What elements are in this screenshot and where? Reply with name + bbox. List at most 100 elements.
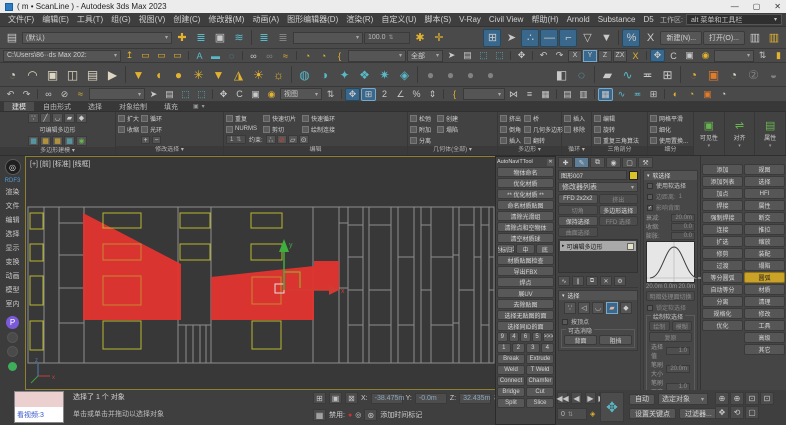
left-bar-item[interactable]: 动画 [6,271,20,281]
sphere-light-icon[interactable]: ● [169,65,188,85]
tab-display-icon[interactable]: ▢ [622,157,637,168]
folder-icon[interactable]: ▭ [138,49,153,62]
ribbon-button[interactable]: 重复三角算法 [594,135,639,145]
autonavi-zero-button[interactable]: 底 [535,244,554,254]
right-panel-button[interactable]: 选择 [744,176,785,187]
z-coordinate-field[interactable]: 32.435m [459,392,492,404]
separator[interactable] [242,50,243,61]
snaps-toggle-icon[interactable]: ⊞ [361,87,376,101]
move-small-icon[interactable]: ✥ [514,49,529,62]
project-folder-dropdown[interactable]: C:\Users\86··ds Max 202: [3,49,121,62]
autonavi-button[interactable]: 选择无贴图的面 [497,310,554,320]
autonavi-button[interactable]: 物体命名 [497,167,554,177]
left-bar-item[interactable]: 编辑 [6,215,20,225]
edge-subobject-icon[interactable]: ◁ [578,302,590,314]
right-panel-button[interactable]: 其它 [744,344,785,355]
set-keys-button[interactable]: ✥ [600,392,624,422]
tab-motion-icon[interactable]: ◉ [606,157,621,168]
separator[interactable] [443,89,444,99]
redo-icon[interactable]: ↷ [19,88,34,101]
go-to-start-button[interactable]: ◀◀ [556,392,569,404]
new-button[interactable]: 新建(N)... [660,30,703,45]
render-production-icon[interactable]: ◔ [724,65,743,85]
separator[interactable] [664,89,665,99]
percent-snap-icon[interactable]: % [622,28,641,47]
gear-wheel-icon[interactable]: ✳ [189,65,208,85]
soft-value-field[interactable]: 20.0m [671,213,695,222]
ribbon-button[interactable]: 挤出 [500,113,521,123]
window-crossing-icon[interactable]: ⬚ [194,88,209,101]
ribbon-tab[interactable]: 对象绘制 [111,102,155,111]
separator[interactable] [556,89,557,99]
ribbon-button[interactable]: 快速切片 [263,113,296,123]
select-and-link-icon[interactable]: ∞ [41,88,56,101]
import-icon[interactable]: ↥ [122,49,137,62]
left-bar-item[interactable]: 选择 [6,229,20,239]
menu-item[interactable]: 组(G) [107,14,135,25]
ribbon-button[interactable]: 剪切 [263,124,296,134]
photo-icon[interactable]: ◫ [63,65,82,85]
shaded-face-toggle-button[interactable]: 明暗处理面切换 [646,291,695,301]
rendered-frame-window-icon[interactable]: ▣ [700,88,715,101]
dot-2-icon[interactable]: ● [441,65,460,85]
stack-onoff-icon[interactable] [627,242,634,250]
make-unique-icon[interactable]: ⧉ [586,276,598,286]
dashed-region-icon[interactable]: ◌ [224,49,239,62]
manipulate-icon[interactable]: ⇅ [755,49,770,62]
snap-axis-icon[interactable]: X [641,29,659,47]
revert-button[interactable]: 复原 [649,332,692,342]
constraint-normal-icon[interactable]: ⊙ [298,135,309,144]
autonavi-mini-button[interactable]: >>>>> [543,332,554,342]
dope-sheet-icon[interactable]: ≖ [630,88,645,101]
edge-distance-field[interactable]: 1 [679,194,691,200]
left-bar-item[interactable]: 文件 [6,201,20,211]
autonavi-button[interactable]: 优化材质 [497,178,554,188]
watering-can-icon[interactable]: ◔ [316,49,331,62]
add-icon[interactable]: ✛ [430,29,448,47]
autonavi-button[interactable]: ** 优化材质 ** [497,189,554,199]
pivot-icon[interactable]: ▮ [771,49,786,62]
film-camera-icon[interactable]: ▶ [103,65,122,85]
autonavi-button[interactable]: 焊点 [497,277,554,287]
paint-value-field[interactable]: 1.0 [666,347,690,355]
absolute-relative-icon[interactable]: ⊠ [345,392,358,404]
separator[interactable] [188,50,189,61]
autonavi-poly-button[interactable]: T Weld [526,365,554,375]
snap-vertex-icon[interactable]: ∴ [521,28,540,47]
modifier-button[interactable]: 挤出 [598,194,638,204]
modifier-button[interactable]: FFD 选择 [598,216,638,226]
ribbon-button[interactable]: 绘制连接 [302,124,335,134]
exposure-icon[interactable]: ◑ [315,65,334,85]
right-panel-button[interactable]: 推拉 [744,224,785,235]
align-button[interactable]: ⇌ 对齐 ▾ [725,112,756,155]
loop-grow-icon[interactable]: + [141,136,151,144]
curve-editor-icon[interactable]: ∿ [618,65,637,85]
reference-coordinate-dropdown[interactable] [714,49,754,62]
maximize-button[interactable]: ▢ [753,2,761,11]
right-panel-button[interactable]: 缩放 [744,236,785,247]
modifier-list-dropdown[interactable]: 修改器列表 [558,182,638,192]
measure-icon[interactable]: ▬ [208,49,223,62]
snap-midpoint-icon[interactable]: ⌐ [559,28,578,47]
snap-use-axis-icon[interactable]: X [628,49,643,62]
select-by-name-icon[interactable]: ▤ [460,49,475,62]
ribbon-tab[interactable]: 选择 [80,102,110,111]
maxscript-icon[interactable]: ▦ [313,409,326,421]
right-panel-button[interactable]: 焊接 [702,200,743,211]
preview-off-icon[interactable]: ▦ [28,136,39,146]
dome-light-icon[interactable]: ◖ [149,65,168,85]
loop-button[interactable]: 循环 [141,113,162,123]
selection-filter-dropdown[interactable]: 全部 [407,49,443,62]
open-button[interactable]: 打开(O)... [703,30,745,45]
configure-modifier-sets-icon[interactable]: ⚙ [614,276,626,286]
angle-snap-icon[interactable]: ∠ [393,88,408,101]
right-panel-button[interactable]: HFI [744,188,785,199]
right-panel-button[interactable]: 高级 [744,332,785,343]
zoom-icon[interactable]: ⊕ [715,392,729,405]
coordinate-system-dropdown[interactable]: 视图 [280,88,322,100]
snap-face-outline-icon[interactable]: ▽ [578,29,596,47]
right-panel-button[interactable]: 材质 [744,284,785,295]
y-coordinate-field[interactable]: -0.0m [414,392,447,404]
visibility-button[interactable]: ▣ 可见性 ▾ [694,112,725,155]
save-icon[interactable]: ▥ [746,29,764,47]
